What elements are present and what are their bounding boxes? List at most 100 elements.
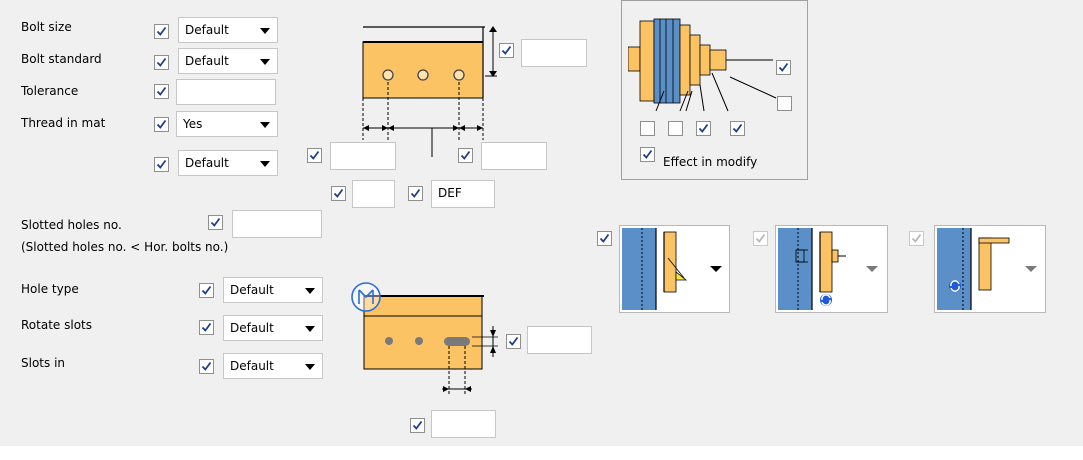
checkbox-check-icon — [210, 217, 221, 227]
checkbox-check-icon — [732, 123, 743, 133]
slotted-holes-note: (Slotted holes no. < Hor. bolts no.) — [21, 240, 229, 254]
hole-type-select[interactable]: Default — [223, 277, 323, 303]
checkbox-check-icon — [508, 336, 519, 346]
bolt-size-checkbox[interactable] — [154, 24, 169, 39]
checkbox-check-icon — [501, 45, 512, 55]
small-value-checkbox[interactable] — [331, 186, 346, 201]
rotate-option-dropdown[interactable] — [934, 225, 1046, 313]
bolt-size-label: Bolt size — [21, 20, 72, 34]
weld-option-checkbox[interactable] — [597, 231, 612, 246]
extra-option-checkbox[interactable] — [154, 157, 169, 172]
slotted-holes-label: Slotted holes no. — [21, 218, 122, 232]
slot-height-input[interactable] — [527, 326, 592, 354]
checkbox-check-icon — [911, 233, 922, 243]
dropdown-arrow-icon — [305, 288, 315, 294]
right-spacing-checkbox[interactable] — [458, 148, 473, 163]
rotate-slots-value: Default — [230, 321, 274, 335]
thread-in-mat-label: Thread in mat — [21, 116, 106, 130]
checkbox-check-icon — [156, 119, 167, 129]
right-spacing-input[interactable] — [481, 142, 547, 170]
right-edge-checkbox[interactable] — [499, 43, 514, 58]
checkbox-check-icon — [412, 420, 423, 430]
panel-bottom-edge — [0, 446, 1083, 460]
tolerance-input[interactable] — [176, 79, 276, 105]
extra-option-value: Default — [185, 156, 229, 170]
hole-type-value: Default — [230, 283, 274, 297]
dropdown-arrow-icon — [260, 28, 270, 34]
bolt-standard-label: Bolt standard — [21, 52, 102, 66]
slots-in-value: Default — [230, 359, 274, 373]
bolt-side-option-dropdown[interactable] — [775, 225, 888, 313]
bolt-standard-select[interactable]: Default — [178, 48, 278, 74]
bolt-size-select[interactable]: Default — [178, 17, 278, 43]
tolerance-label: Tolerance — [21, 84, 79, 98]
checkbox-check-icon — [309, 150, 320, 160]
bolt-assembly-icon — [628, 18, 777, 112]
bolt-size-value: Default — [185, 23, 229, 37]
checkbox-check-icon — [410, 188, 421, 198]
assembly-part-checkbox-3[interactable] — [696, 121, 711, 136]
slots-in-checkbox[interactable] — [199, 359, 214, 374]
slotted-holes-checkbox[interactable] — [208, 215, 223, 230]
assembly-option-checkbox-1[interactable] — [776, 60, 791, 75]
checkbox-check-icon — [698, 123, 709, 133]
slot-length-input[interactable] — [431, 410, 496, 438]
checkbox-check-icon — [156, 57, 167, 67]
effect-in-modify-label: Effect in modify — [663, 155, 758, 169]
rotate-slots-select[interactable]: Default — [223, 315, 323, 341]
thread-in-mat-select[interactable]: Yes — [176, 111, 278, 137]
dropdown-arrow-icon — [305, 364, 315, 370]
dropdown-arrow-icon — [305, 326, 315, 332]
slotted-holes-input[interactable] — [232, 210, 322, 238]
bolt-plate-icon — [362, 26, 497, 157]
dropdown-arrow-icon — [1025, 266, 1037, 272]
assembly-part-checkbox-4[interactable] — [730, 121, 745, 136]
left-spacing-input[interactable] — [330, 142, 396, 170]
dropdown-arrow-icon — [260, 59, 270, 65]
slot-height-checkbox[interactable] — [506, 334, 521, 349]
hole-type-checkbox[interactable] — [199, 283, 214, 298]
small-value-input[interactable] — [352, 180, 395, 208]
thread-in-mat-value: Yes — [183, 117, 203, 131]
focus-marker-icon — [351, 282, 381, 312]
bolt-standard-value: Default — [185, 54, 229, 68]
tolerance-checkbox[interactable] — [154, 84, 169, 99]
extra-option-select[interactable]: Default — [178, 150, 278, 176]
effect-in-modify-checkbox[interactable] — [640, 147, 655, 162]
dropdown-arrow-icon — [710, 266, 722, 272]
rotate-option-checkbox[interactable] — [909, 231, 924, 246]
dropdown-arrow-icon — [866, 266, 878, 272]
right-edge-input[interactable] — [521, 39, 587, 67]
checkbox-check-icon — [201, 322, 212, 332]
weld-option-dropdown[interactable] — [619, 225, 730, 313]
rotate-slots-label: Rotate slots — [21, 318, 92, 332]
checkbox-check-icon — [778, 62, 789, 72]
assembly-part-checkbox-1[interactable] — [640, 121, 655, 136]
bolt-standard-checkbox[interactable] — [154, 55, 169, 70]
dropdown-arrow-icon — [260, 122, 270, 128]
assembly-part-checkbox-2[interactable] — [668, 121, 683, 136]
checkbox-check-icon — [642, 149, 653, 159]
checkbox-check-icon — [599, 233, 610, 243]
left-spacing-checkbox[interactable] — [307, 148, 322, 163]
checkbox-check-icon — [156, 159, 167, 169]
bolt-side-option-icon — [778, 228, 846, 310]
def-input[interactable]: DEF — [431, 180, 495, 208]
slot-length-checkbox[interactable] — [410, 418, 425, 433]
checkbox-check-icon — [755, 233, 766, 243]
bolt-side-option-checkbox[interactable] — [753, 231, 768, 246]
slots-in-select[interactable]: Default — [223, 353, 323, 379]
assembly-option-checkbox-2[interactable] — [777, 96, 792, 111]
rotate-option-icon — [937, 228, 1010, 310]
thread-in-mat-checkbox[interactable] — [154, 117, 169, 132]
checkbox-check-icon — [333, 188, 344, 198]
checkbox-check-icon — [201, 285, 212, 295]
rotate-slots-checkbox[interactable] — [199, 320, 214, 335]
slots-in-label: Slots in — [21, 356, 66, 370]
def-checkbox[interactable] — [408, 186, 423, 201]
weld-option-icon — [622, 228, 688, 310]
checkbox-check-icon — [156, 26, 167, 36]
checkbox-check-icon — [460, 150, 471, 160]
hole-type-label: Hole type — [21, 282, 79, 296]
dropdown-arrow-icon — [260, 161, 270, 167]
